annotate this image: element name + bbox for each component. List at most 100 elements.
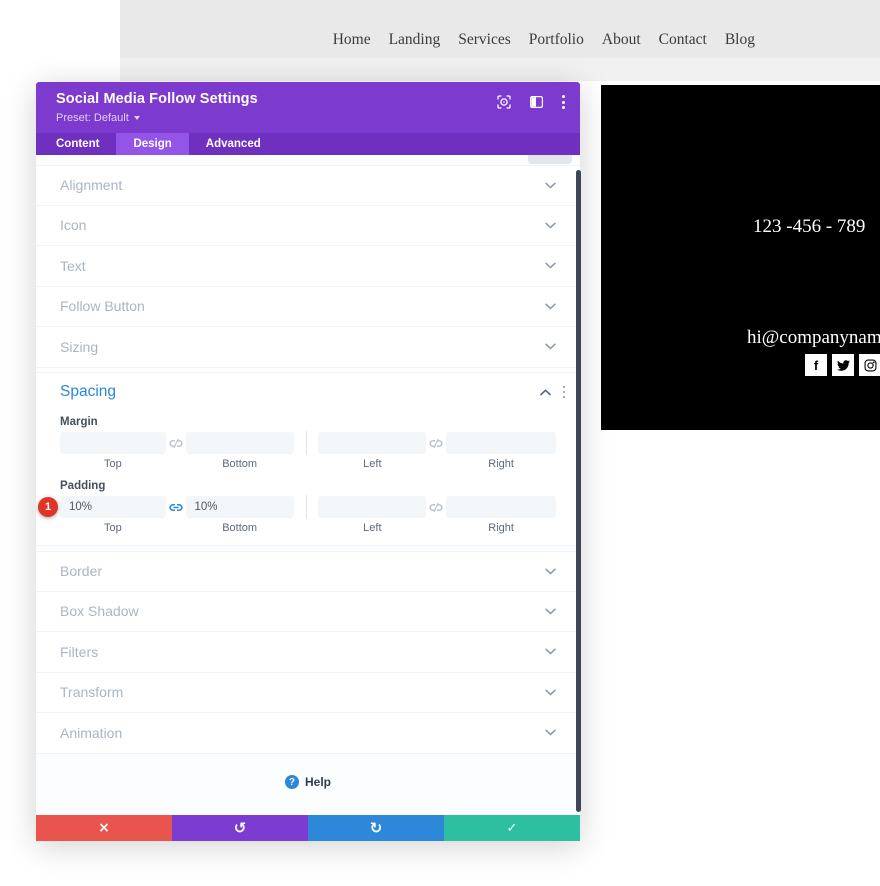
margin-right-input[interactable] xyxy=(446,432,556,454)
link-margin-horizontal-icon[interactable] xyxy=(426,438,446,449)
section-list-top: Alignment Icon Text Follow Button Sizing xyxy=(36,165,580,368)
caret-down-icon xyxy=(134,116,140,120)
margin-labels-row: Top Bottom Left Right xyxy=(36,458,580,471)
section-list-bottom: Border Box Shadow Filters Transform Anim… xyxy=(36,551,580,754)
chevron-down-icon xyxy=(545,568,556,575)
field-label-top: Top xyxy=(60,458,166,471)
tab-content[interactable]: Content xyxy=(36,133,116,155)
undo-button[interactable]: ↺ xyxy=(172,815,308,841)
preset-selector[interactable]: Preset: Default xyxy=(56,112,140,124)
social-follow-row: f xyxy=(805,354,880,376)
snap-focus-icon[interactable] xyxy=(497,95,511,109)
tab-design[interactable]: Design xyxy=(116,133,188,155)
field-label-bottom: Bottom xyxy=(186,522,294,535)
padding-fields-row: 1 xyxy=(36,496,580,518)
section-title: Border xyxy=(60,563,102,579)
spacing-section: Spacing Margin Top xyxy=(36,372,580,546)
link-margin-vertical-icon[interactable] xyxy=(166,438,186,449)
section-title: Alignment xyxy=(60,177,122,193)
field-label-left: Left xyxy=(318,458,426,471)
expand-panel-icon[interactable] xyxy=(530,96,543,108)
settings-modal: Social Media Follow Settings Preset: Def… xyxy=(36,82,580,841)
section-title: Filters xyxy=(60,644,98,660)
field-label-right: Right xyxy=(446,522,556,535)
section-toggle-follow-button[interactable]: Follow Button xyxy=(36,287,580,328)
change-count-badge: 1 xyxy=(38,497,58,517)
chevron-down-icon xyxy=(545,182,556,189)
facebook-link[interactable]: f xyxy=(805,354,827,376)
padding-group-label: Padding xyxy=(36,471,580,496)
close-icon: × xyxy=(98,820,110,836)
nav-item-blog[interactable]: Blog xyxy=(725,31,755,49)
chevron-down-icon xyxy=(545,648,556,655)
padding-left-input[interactable] xyxy=(318,496,426,518)
undo-icon: ↺ xyxy=(234,819,247,837)
field-label-right: Right xyxy=(446,458,556,471)
nav-item-contact[interactable]: Contact xyxy=(659,31,707,49)
check-icon: ✓ xyxy=(507,821,518,836)
preset-label: Preset: Default xyxy=(56,112,129,124)
twitter-icon xyxy=(837,359,850,372)
margin-bottom-input[interactable] xyxy=(186,432,294,454)
twitter-link[interactable] xyxy=(832,354,854,376)
save-button[interactable]: ✓ xyxy=(444,815,580,841)
section-toggle-filters[interactable]: Filters xyxy=(36,632,580,673)
padding-labels-row: Top Bottom Left Right xyxy=(36,522,580,535)
modal-tabbar: Content Design Advanced xyxy=(36,133,580,155)
chevron-down-icon xyxy=(545,729,556,736)
section-toggle-text[interactable]: Text xyxy=(36,246,580,287)
section-title: Sizing xyxy=(60,339,98,355)
margin-group-label: Margin xyxy=(36,411,580,432)
tab-advanced[interactable]: Advanced xyxy=(189,133,278,155)
nav-item-landing[interactable]: Landing xyxy=(389,31,441,49)
margin-fields-row xyxy=(36,432,580,454)
section-toggle-sizing[interactable]: Sizing xyxy=(36,327,580,368)
chevron-down-icon xyxy=(545,222,556,229)
link-padding-vertical-icon[interactable] xyxy=(166,502,186,513)
more-options-icon[interactable] xyxy=(562,95,565,109)
padding-right-input[interactable] xyxy=(446,496,556,518)
nav-item-services[interactable]: Services xyxy=(458,31,511,49)
help-label: Help xyxy=(305,775,331,789)
redo-icon: ↻ xyxy=(370,819,383,837)
link-padding-horizontal-icon[interactable] xyxy=(426,502,446,513)
chevron-down-icon xyxy=(545,303,556,310)
chevron-down-icon xyxy=(545,608,556,615)
site-nav: Home Landing Services Portfolio About Co… xyxy=(120,0,755,80)
section-toggle-border[interactable]: Border xyxy=(36,551,580,592)
section-title: Icon xyxy=(60,217,86,233)
discard-button[interactable]: × xyxy=(36,815,172,841)
modal-title: Social Media Follow Settings xyxy=(56,91,258,107)
section-toggle-transform[interactable]: Transform xyxy=(36,673,580,714)
field-label-left: Left xyxy=(318,522,426,535)
chevron-down-icon xyxy=(545,262,556,269)
facebook-icon: f xyxy=(814,358,818,373)
hero-section: 123 -456 - 789 hi@companyname.com f xyxy=(601,85,880,430)
section-title: Text xyxy=(60,258,86,274)
modal-header-actions xyxy=(497,95,565,109)
fields-divider xyxy=(306,431,307,455)
redo-button[interactable]: ↻ xyxy=(308,815,444,841)
chevron-down-icon xyxy=(545,343,556,350)
help-link[interactable]: ? Help xyxy=(36,767,580,797)
section-title: Animation xyxy=(60,725,122,741)
margin-left-input[interactable] xyxy=(318,432,426,454)
section-options-icon[interactable] xyxy=(563,386,566,399)
nav-item-home[interactable]: Home xyxy=(333,31,371,49)
partially-scrolled-element xyxy=(528,155,572,164)
section-toggle-box-shadow[interactable]: Box Shadow xyxy=(36,592,580,633)
instagram-link[interactable] xyxy=(859,354,880,376)
nav-item-portfolio[interactable]: Portfolio xyxy=(529,31,584,49)
padding-bottom-input[interactable] xyxy=(186,496,294,518)
section-toggle-animation[interactable]: Animation xyxy=(36,713,580,754)
modal-footer: × ↺ ↻ ✓ xyxy=(36,815,580,841)
field-label-bottom: Bottom xyxy=(186,458,294,471)
section-toggle-alignment[interactable]: Alignment xyxy=(36,165,580,206)
field-label-top: Top xyxy=(60,522,166,535)
section-toggle-icon[interactable]: Icon xyxy=(36,206,580,247)
section-toggle-spacing[interactable]: Spacing xyxy=(36,373,580,411)
nav-item-about[interactable]: About xyxy=(602,31,641,49)
padding-top-input[interactable] xyxy=(60,496,166,518)
modal-scrollbar[interactable] xyxy=(576,170,581,812)
margin-top-input[interactable] xyxy=(60,432,166,454)
